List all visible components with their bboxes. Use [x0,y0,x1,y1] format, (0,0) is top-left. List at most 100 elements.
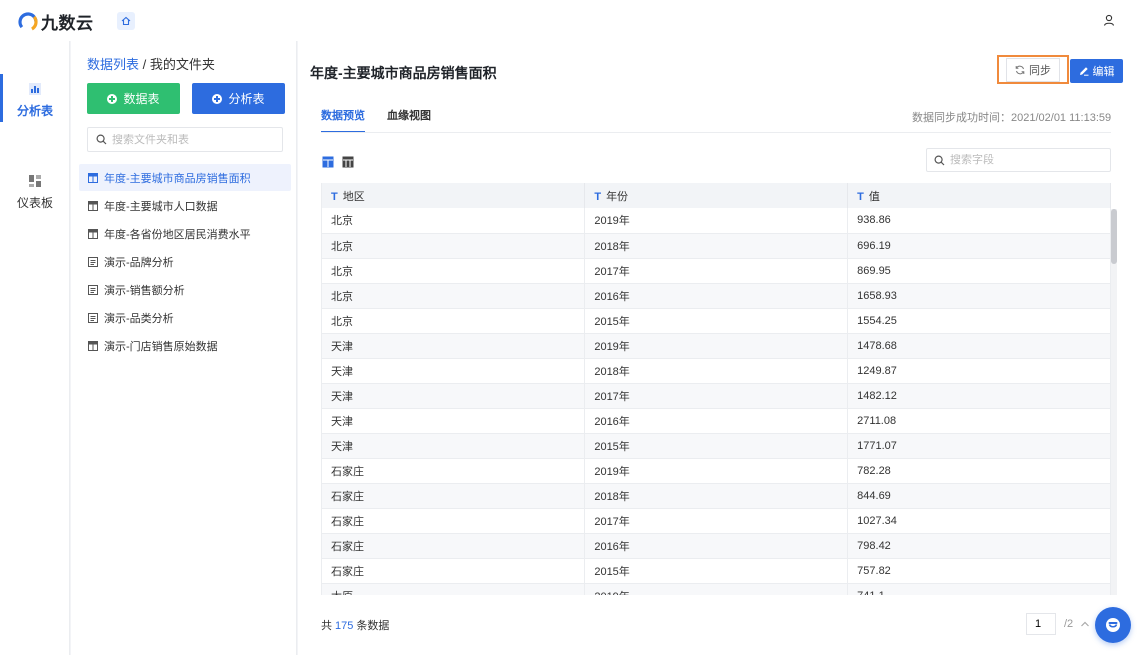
database-table-icon [88,340,98,351]
file-item[interactable]: 演示-品类分析 [79,304,291,331]
table-row[interactable]: 天津 2015年 1771.07 [322,433,1111,459]
table-row[interactable]: 石家庄 2015年 757.82 [322,558,1111,584]
table-cell: 2015年 [584,433,849,459]
database-table-icon [88,172,98,183]
file-item[interactable]: 年度-主要城市商品房销售面积 [79,164,291,191]
table-cell: 北京 [322,208,586,234]
database-table-icon [88,200,98,211]
table-row[interactable]: 天津 2019年 1478.68 [322,333,1111,359]
table-row[interactable]: 天津 2017年 1482.12 [322,383,1111,409]
table-cell: 北京 [322,308,586,334]
table-row[interactable]: 北京 2017年 869.95 [322,258,1111,284]
file-item-label: 年度-主要城市商品房销售面积 [104,172,251,185]
table-cell: 1482.12 [847,383,1111,409]
edit-button[interactable]: 编辑 [1070,59,1123,83]
text-type-icon: T [331,190,338,203]
table-cell: 1554.25 [847,308,1111,334]
record-count-prefix: 共 [321,620,332,632]
app-logo[interactable]: 九数云 [18,9,94,34]
column-header-label: 地区 [342,190,365,203]
top-bar: 九数云 [0,0,1141,41]
table-cell: 2016年 [584,533,849,559]
table-cell: 天津 [322,433,586,459]
table-row[interactable]: 天津 2016年 2711.08 [322,408,1111,434]
file-item-label: 演示-门店销售原始数据 [104,340,218,353]
table-cell: 696.19 [847,233,1111,259]
table-cell: 1658.93 [847,283,1111,309]
table-row[interactable]: 北京 2018年 696.19 [322,233,1111,259]
field-search-input[interactable] [950,154,1100,166]
chat-icon [1106,618,1120,632]
breadcrumb-root-link[interactable]: 数据列表 [87,57,139,72]
sync-label: 同步 [1029,64,1051,77]
pencil-icon [1079,67,1088,76]
plus-icon [107,93,118,104]
table-row[interactable]: 太原2019年741.1 [322,583,1111,595]
file-item[interactable]: 演示-品牌分析 [79,248,291,275]
view-toggle [322,156,362,168]
tab-divider [321,132,1111,133]
sync-button[interactable]: 同步 [997,55,1069,84]
table-scrollbar[interactable] [1111,209,1117,595]
new-datatable-button[interactable]: 数据表 [87,83,180,114]
text-type-icon: T [857,190,864,203]
table-cell: 741.1 [847,583,1111,595]
chart-icon [29,83,41,95]
page-number-input[interactable] [1026,613,1056,635]
record-count-value: 175 [335,620,354,632]
column-header-year[interactable]: T 年份 [584,183,849,208]
column-header-value[interactable]: T值 [847,183,1111,208]
table-row[interactable]: 北京 2016年 1658.93 [322,283,1111,309]
sheet-icon [88,284,98,295]
nav-item-dashboard[interactable]: 仪表板 [0,174,70,211]
search-icon [934,154,945,165]
scrollbar-thumb[interactable] [1111,209,1117,264]
database-table-icon [88,228,98,239]
app-name: 九数云 [41,14,94,33]
table-row[interactable]: 北京 2019年 938.86 [322,208,1111,234]
table-row[interactable]: 石家庄 2018年 844.69 [322,483,1111,509]
chat-support-button[interactable] [1095,607,1131,643]
folder-search-input[interactable] [112,133,272,146]
sync-time: 数据同步成功时间：2021/02/01 11:13:59 [912,109,1111,125]
table-row[interactable]: 北京 2015年 1554.25 [322,308,1111,334]
file-item[interactable]: 演示-门店销售原始数据 [79,332,291,359]
table-cell: 798.42 [847,533,1111,559]
refresh-icon [1015,65,1025,74]
table-cell: 天津 [322,358,586,384]
table-row[interactable]: 石家庄 2017年 1027.34 [322,508,1111,534]
file-item-label: 演示-品类分析 [104,312,174,325]
table-row[interactable]: 石家庄 2019年 782.28 [322,458,1111,484]
tab-lineage-view[interactable]: 血缘视图 [387,107,431,133]
table-row[interactable]: 石家庄 2016年 798.42 [322,533,1111,559]
dashboard-icon [29,175,41,187]
table-cell: 2019年 [584,458,849,484]
table-cell: 757.82 [847,558,1111,584]
new-datatable-label: 数据表 [123,92,160,106]
sync-button-inner: 同步 [1006,57,1060,82]
user-icon[interactable] [1102,13,1116,27]
file-item[interactable]: 年度-主要城市人口数据 [79,192,291,219]
column-header-region[interactable]: T 地区 [322,183,586,208]
file-item-label: 演示-品牌分析 [104,256,174,269]
tab-data-preview[interactable]: 数据预览 [321,107,365,133]
field-view-icon[interactable] [342,156,354,168]
search-icon [96,134,107,145]
table-cell: 1027.34 [847,508,1111,534]
table-cell: 石家庄 [322,458,586,484]
breadcrumb-separator: / [139,57,150,72]
table-view-icon[interactable] [322,156,334,168]
file-item[interactable]: 演示-销售额分析 [79,276,291,303]
file-item[interactable]: 年度-各省份地区居民消费水平 [79,220,291,247]
table-cell: 2015年 [584,558,849,584]
table-cell: 2015年 [584,308,849,334]
table-cell: 782.28 [847,458,1111,484]
home-button[interactable] [117,12,135,30]
nav-item-analysis[interactable]: 分析表 [0,74,70,122]
table-cell: 北京 [322,283,586,309]
new-analysis-button[interactable]: 分析表 [192,83,285,114]
table-cell: 2017年 [584,383,849,409]
table-row[interactable]: 天津 2018年 1249.87 [322,358,1111,384]
table-cell: 天津 [322,333,586,359]
chevron-up-icon[interactable] [1079,618,1091,630]
